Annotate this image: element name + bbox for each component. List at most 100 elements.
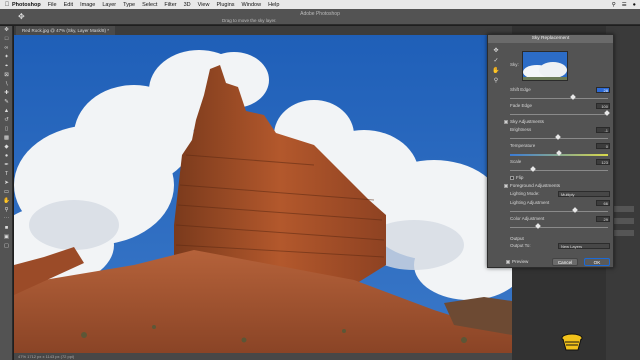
lighting-adjustment-input[interactable]: 66: [596, 200, 610, 206]
fade-edge-slider[interactable]: [510, 110, 610, 117]
output-to-select[interactable]: New Layers: [558, 243, 610, 249]
menu-photoshop[interactable]: Photoshop: [12, 2, 41, 8]
dialog-tools: ✥ ✓ ✋ ⚲: [491, 47, 501, 87]
gradient-icon[interactable]: ▩: [0, 134, 13, 143]
sky-preset-thumbnail[interactable]: [522, 51, 568, 81]
menu-window[interactable]: Window: [242, 2, 262, 8]
scale-slider[interactable]: [510, 166, 608, 173]
menu-filter[interactable]: Filter: [164, 2, 176, 8]
shift-edge-slider[interactable]: [510, 94, 608, 101]
dialog-title: Sky Replacement: [488, 35, 613, 43]
menu-bar:  Photoshop File Edit Image Layer Type S…: [0, 0, 640, 9]
document-canvas[interactable]: [14, 35, 512, 353]
options-bar: ✥ Adobe Photoshop Drag to move the sky l…: [0, 9, 640, 25]
lighting-mode-row: Lighting Mode: Multiply: [510, 190, 610, 198]
document-tab-bar: Red Rock.jpg @ 47% (Sky, Layer Mask/8) *: [14, 26, 512, 35]
quick-select-icon[interactable]: ✦: [0, 53, 13, 62]
document-tab[interactable]: Red Rock.jpg @ 47% (Sky, Layer Mask/8) *: [16, 26, 116, 35]
pen-icon[interactable]: ✒: [0, 161, 13, 170]
foreground-adjustments-section[interactable]: Foreground Adjustments: [504, 182, 560, 189]
siri-icon[interactable]: ●: [633, 2, 636, 8]
output-section-label: Output: [510, 236, 524, 241]
frame-icon[interactable]: ⊠: [0, 71, 13, 80]
brush-icon[interactable]: ✎: [0, 98, 13, 107]
brightness-input[interactable]: -1: [596, 127, 610, 133]
ok-button[interactable]: OK: [584, 258, 610, 266]
panel-tab-paths[interactable]: [612, 230, 634, 236]
foreground-adjustments-checkbox[interactable]: [504, 183, 508, 188]
type-icon[interactable]: T: [0, 170, 13, 179]
window-title: Adobe Photoshop: [300, 11, 340, 17]
temperature-row: Temperature 0: [510, 143, 610, 149]
status-bar: 47% 1712 px x 1143 px (72 ppi): [14, 353, 512, 360]
marquee-icon[interactable]: □: [0, 35, 13, 44]
photo-red-rock: [14, 35, 512, 353]
menu-type[interactable]: Type: [123, 2, 135, 8]
screen-mode-icon[interactable]: ▢: [0, 242, 13, 251]
quick-mask-icon[interactable]: ▣: [0, 233, 13, 242]
crop-icon[interactable]: ⌖: [0, 62, 13, 71]
temperature-slider[interactable]: [510, 150, 608, 157]
output-to-row: Output To: New Layers: [510, 242, 610, 250]
preview-option[interactable]: Preview: [506, 258, 528, 265]
menu-image[interactable]: Image: [80, 2, 95, 8]
color-adjustment-slider[interactable]: [510, 223, 608, 230]
brightness-slider[interactable]: [510, 134, 608, 141]
preview-checkbox[interactable]: [506, 259, 510, 264]
sky-replacement-dialog: Sky Replacement ✥ ✓ ✋ ⚲ Sky: Shift Edge …: [487, 34, 614, 268]
flip-option[interactable]: Flip: [510, 174, 523, 181]
menu-file[interactable]: File: [48, 2, 57, 8]
history-brush-icon[interactable]: ↺: [0, 116, 13, 125]
menu-layer[interactable]: Layer: [102, 2, 116, 8]
color-adjustment-input[interactable]: 29: [596, 216, 610, 222]
fade-edge-input[interactable]: 100: [596, 103, 610, 109]
healing-icon[interactable]: ✚: [0, 89, 13, 98]
hand-tool-icon[interactable]: ✋: [491, 67, 501, 77]
panel-tab-layers[interactable]: [612, 206, 634, 212]
menu-select[interactable]: Select: [142, 2, 157, 8]
color-swatch-icon[interactable]: ■: [0, 224, 13, 233]
dodge-icon[interactable]: ●: [0, 152, 13, 161]
move-icon[interactable]: ✥: [0, 26, 13, 35]
lighting-adjustment-slider[interactable]: [510, 207, 608, 214]
more-tools-icon[interactable]: ⋯: [0, 215, 13, 224]
control-center-icon[interactable]: ☰: [622, 2, 627, 8]
blur-icon[interactable]: ◆: [0, 143, 13, 152]
shift-edge-input[interactable]: 28: [596, 87, 610, 93]
tools-panel: ✥ □ ∞ ✦ ⌖ ⊠ ∖ ✚ ✎ ▲ ↺ ▯ ▩ ◆ ● ✒ T ➤ ▭ ✋ …: [0, 26, 13, 360]
menu-plugins[interactable]: Plugins: [216, 2, 234, 8]
stamp-icon[interactable]: ▲: [0, 107, 13, 116]
sky-adjustments-section[interactable]: Sky Adjustments: [504, 118, 544, 125]
panel-tab-channels[interactable]: [612, 218, 634, 224]
path-select-icon[interactable]: ➤: [0, 179, 13, 188]
zoom-tool-icon[interactable]: ⚲: [491, 77, 501, 87]
shape-icon[interactable]: ▭: [0, 188, 13, 197]
fade-edge-row: Fade Edge 100: [510, 103, 610, 109]
shift-edge-row: Shift Edge 28: [510, 87, 610, 93]
cancel-button[interactable]: Cancel: [552, 258, 578, 266]
sky-label: Sky:: [510, 62, 519, 67]
apple-icon[interactable]: : [2, 2, 12, 8]
zoom-icon[interactable]: ⚲: [0, 206, 13, 215]
temperature-input[interactable]: 0: [596, 143, 610, 149]
options-hint: Drag to move the sky layer.: [222, 18, 277, 23]
lasso-icon[interactable]: ∞: [0, 44, 13, 53]
lighting-adjustment-row: Lighting Adjustment 66: [510, 200, 610, 206]
lighting-mode-select[interactable]: Multiply: [558, 191, 610, 197]
hand-icon[interactable]: ✋: [0, 197, 13, 206]
flip-checkbox[interactable]: [510, 175, 514, 180]
sky-brush-tool-icon[interactable]: ✓: [491, 57, 501, 67]
sky-move-tool-icon[interactable]: ✥: [491, 47, 501, 57]
menu-view[interactable]: View: [198, 2, 210, 8]
eraser-icon[interactable]: ▯: [0, 125, 13, 134]
menu-edit[interactable]: Edit: [64, 2, 73, 8]
eyedropper-icon[interactable]: ∖: [0, 80, 13, 89]
color-adjustment-row: Color Adjustment 29: [510, 216, 610, 222]
scale-input[interactable]: 123: [596, 159, 610, 165]
search-icon[interactable]: ⚲: [612, 2, 616, 8]
menu-3d[interactable]: 3D: [184, 2, 191, 8]
sky-adjustments-checkbox[interactable]: [504, 119, 508, 124]
scale-row: Scale 123: [510, 159, 610, 165]
channel-logo-icon: [561, 333, 583, 351]
menu-help[interactable]: Help: [268, 2, 279, 8]
